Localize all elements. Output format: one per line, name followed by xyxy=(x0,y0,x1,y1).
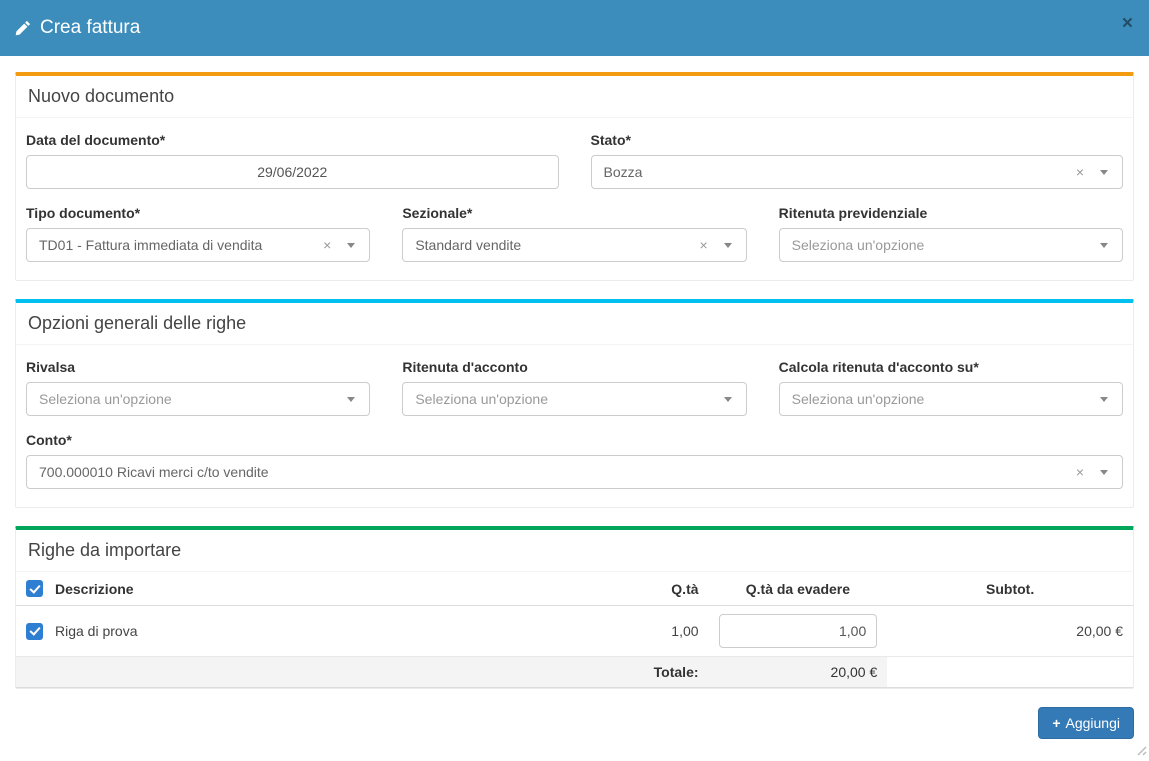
clear-icon[interactable]: × xyxy=(323,238,331,252)
panel-opzioni-generali: Opzioni generali delle righe Rivalsa Sel… xyxy=(15,299,1134,508)
ritenuta-previdenziale-select[interactable]: Seleziona un'opzione xyxy=(779,228,1123,262)
data-documento-input[interactable] xyxy=(26,155,559,189)
stato-select[interactable]: Bozza × xyxy=(591,155,1124,189)
qta-evadere-input[interactable] xyxy=(719,614,878,648)
ritenuta-acconto-select[interactable]: Seleziona un'opzione xyxy=(402,382,746,416)
chevron-down-icon xyxy=(1100,170,1108,175)
section-title-nuovo-documento: Nuovo documento xyxy=(16,76,1133,118)
modal-header: Crea fattura × xyxy=(0,0,1149,56)
chevron-down-icon xyxy=(724,397,732,402)
col-header-qta-evadere: Q.tà da evadere xyxy=(709,572,888,606)
stato-label: Stato* xyxy=(591,132,1124,148)
data-documento-label: Data del documento* xyxy=(26,132,559,148)
calcola-ritenuta-placeholder: Seleziona un'opzione xyxy=(792,391,1100,407)
calcola-ritenuta-select[interactable]: Seleziona un'opzione xyxy=(779,382,1123,416)
table-header-row: Descrizione Q.tà Q.tà da evadere Subtot. xyxy=(16,572,1133,606)
totale-empty-cell xyxy=(887,657,1133,688)
modal-body: Nuovo documento Data del documento* Stat… xyxy=(0,56,1149,739)
aggiungi-button[interactable]: + Aggiungi xyxy=(1038,707,1134,739)
clear-icon[interactable]: × xyxy=(1076,465,1084,479)
tipo-documento-label: Tipo documento* xyxy=(26,205,370,221)
conto-value: 700.000010 Ricavi merci c/to vendite xyxy=(39,464,1076,480)
col-header-descrizione: Descrizione xyxy=(55,581,134,597)
stato-value: Bozza xyxy=(604,164,1076,180)
chevron-down-icon xyxy=(1100,243,1108,248)
col-header-qta: Q.tà xyxy=(608,572,709,606)
crea-fattura-modal: Crea fattura × Nuovo documento Data del … xyxy=(0,0,1149,739)
ritenuta-previdenziale-label: Ritenuta previdenziale xyxy=(779,205,1123,221)
clear-icon[interactable]: × xyxy=(699,238,707,252)
row-descrizione: Riga di prova xyxy=(55,623,138,639)
table-row: Riga di prova 1,00 20,00 € xyxy=(16,606,1133,657)
totale-label: Totale: xyxy=(16,657,709,688)
row-subtot: 20,00 € xyxy=(887,606,1133,657)
clear-icon[interactable]: × xyxy=(1076,165,1084,179)
rivalsa-select[interactable]: Seleziona un'opzione xyxy=(26,382,370,416)
modal-title: Crea fattura xyxy=(40,17,140,39)
conto-label: Conto* xyxy=(26,432,1123,448)
plus-icon: + xyxy=(1052,715,1060,731)
sezionale-label: Sezionale* xyxy=(402,205,746,221)
ritenuta-acconto-placeholder: Seleziona un'opzione xyxy=(415,391,723,407)
col-header-subtot: Subtot. xyxy=(887,572,1133,606)
modal-footer: + Aggiungi xyxy=(15,707,1134,739)
select-all-checkbox[interactable] xyxy=(26,580,43,597)
pencil-icon xyxy=(15,20,31,36)
section-title-righe: Righe da importare xyxy=(16,530,1133,572)
righe-table: Descrizione Q.tà Q.tà da evadere Subtot. xyxy=(16,572,1133,688)
chevron-down-icon xyxy=(1100,397,1108,402)
panel-righe-da-importare: Righe da importare Descrizione Q.tà Q.tà… xyxy=(15,526,1134,689)
chevron-down-icon xyxy=(1100,470,1108,475)
calcola-ritenuta-label: Calcola ritenuta d'acconto su* xyxy=(779,359,1123,375)
sezionale-select[interactable]: Standard vendite × xyxy=(402,228,746,262)
row-checkbox[interactable] xyxy=(26,623,43,640)
conto-select[interactable]: 700.000010 Ricavi merci c/to vendite × xyxy=(26,455,1123,489)
tipo-documento-select[interactable]: TD01 - Fattura immediata di vendita × xyxy=(26,228,370,262)
rivalsa-label: Rivalsa xyxy=(26,359,370,375)
section-title-opzioni-generali: Opzioni generali delle righe xyxy=(16,303,1133,345)
aggiungi-button-label: Aggiungi xyxy=(1066,715,1121,731)
chevron-down-icon xyxy=(347,243,355,248)
table-total-row: Totale: 20,00 € xyxy=(16,657,1133,688)
rivalsa-placeholder: Seleziona un'opzione xyxy=(39,391,347,407)
chevron-down-icon xyxy=(724,243,732,248)
sezionale-value: Standard vendite xyxy=(415,237,699,253)
resize-grip[interactable] xyxy=(1136,743,1147,759)
tipo-documento-value: TD01 - Fattura immediata di vendita xyxy=(39,237,323,253)
ritenuta-acconto-label: Ritenuta d'acconto xyxy=(402,359,746,375)
chevron-down-icon xyxy=(347,397,355,402)
ritenuta-previdenziale-placeholder: Seleziona un'opzione xyxy=(792,237,1100,253)
panel-nuovo-documento: Nuovo documento Data del documento* Stat… xyxy=(15,72,1134,281)
close-button[interactable]: × xyxy=(1122,14,1133,33)
row-qta: 1,00 xyxy=(608,606,709,657)
totale-value: 20,00 € xyxy=(709,657,888,688)
